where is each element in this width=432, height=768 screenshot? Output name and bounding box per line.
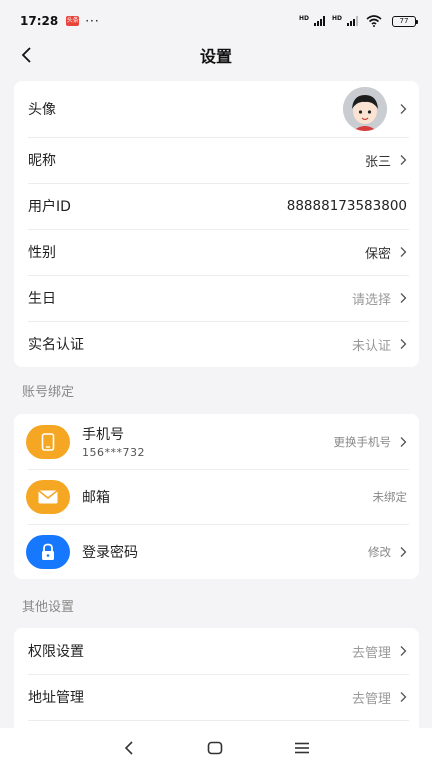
real-name-verify-row[interactable]: 实名认证 未认证 [14, 321, 419, 367]
chevron-right-icon [400, 155, 407, 165]
phone-row[interactable]: 手机号 156***732 更换手机号 [14, 414, 419, 469]
phone-icon [41, 432, 55, 451]
permission-settings-label: 权限设置 [28, 644, 84, 660]
email-texts: 邮箱 [82, 487, 110, 507]
lock-icon [42, 543, 54, 560]
birthday-row[interactable]: 生日 请选择 [14, 275, 419, 321]
address-management-label: 地址管理 [28, 690, 84, 706]
phone-number: 156***732 [82, 446, 145, 459]
user-id-label: 用户ID [28, 199, 71, 215]
chevron-right-icon [400, 293, 407, 303]
gender-value: 保密 [364, 246, 391, 262]
mail-icon-badge [26, 479, 70, 514]
password-row[interactable]: 登录密码 修改 [14, 524, 419, 579]
gender-label: 性别 [28, 245, 56, 261]
hd-icon-2: HD [331, 15, 342, 22]
email-status: 未绑定 [372, 489, 408, 504]
other-settings-card: 权限设置 去管理 地址管理 去管理 [14, 628, 419, 728]
profile-card: 头像 昵称 张三 用户ID 88888173583800 性别 保密 生日 请选… [14, 81, 419, 367]
change-phone-link[interactable]: 更换手机号 [334, 434, 392, 450]
address-management-value: 去管理 [351, 691, 391, 707]
avatar-label: 头像 [28, 102, 56, 118]
nav-bar: 设置 [0, 38, 432, 72]
chevron-right-icon [400, 436, 407, 447]
email-label: 邮箱 [82, 489, 110, 506]
phone-icon-badge [26, 424, 70, 459]
permission-settings-row[interactable]: 权限设置 去管理 [14, 628, 419, 674]
real-name-verify-label: 实名认证 [28, 337, 84, 353]
avatar[interactable] [343, 87, 387, 131]
system-nav-bar [0, 728, 432, 768]
password-label: 登录密码 [82, 544, 138, 561]
phone-texts: 手机号 156***732 [82, 424, 145, 459]
address-management-row[interactable]: 地址管理 去管理 [14, 674, 419, 720]
real-name-verify-value: 未认证 [351, 338, 391, 354]
status-indicators: HD HD 77 [298, 15, 418, 27]
back-arrow-icon [21, 47, 31, 63]
wifi-icon [366, 15, 382, 27]
chevron-right-icon [400, 646, 407, 656]
signal-icon [313, 16, 325, 26]
page-title: 设置 [199, 47, 232, 66]
permission-settings-value: 去管理 [351, 645, 391, 661]
avatar-row[interactable]: 头像 [14, 81, 419, 137]
modify-password-link[interactable]: 修改 [368, 544, 391, 560]
nickname-value: 张三 [364, 154, 391, 170]
system-back-icon[interactable] [122, 740, 136, 756]
lock-icon-badge [26, 534, 70, 569]
notification-app-icon: 头条 [66, 16, 80, 26]
password-texts: 登录密码 [82, 542, 138, 562]
status-bar: 17:28 头条 ··· HD HD 77 [0, 0, 432, 42]
chevron-right-icon [400, 692, 407, 702]
back-button[interactable] [14, 42, 38, 68]
section-title-account-binding: 账号绑定 [22, 385, 75, 400]
status-time: 17:28 [20, 14, 59, 28]
birthday-value: 请选择 [351, 292, 391, 308]
user-id-value: 88888173583800 [286, 198, 407, 214]
chevron-right-icon [400, 339, 407, 349]
hd-icon: HD [298, 15, 309, 22]
birthday-label: 生日 [28, 291, 56, 307]
avatar-image [343, 87, 387, 131]
system-menu-icon[interactable] [294, 741, 310, 755]
system-home-icon[interactable] [207, 741, 223, 755]
section-title-other-settings: 其他设置 [22, 600, 75, 615]
chevron-right-icon [400, 546, 407, 557]
chevron-right-icon [400, 247, 407, 257]
nickname-row[interactable]: 昵称 张三 [14, 137, 419, 183]
more-notifications-icon: ··· [85, 14, 100, 28]
email-row[interactable]: 邮箱 未绑定 [14, 469, 419, 524]
chevron-right-icon [400, 104, 407, 114]
gender-row[interactable]: 性别 保密 [14, 229, 419, 275]
account-binding-card: 手机号 156***732 更换手机号 邮箱 未绑定 登录密码 修改 [14, 414, 419, 579]
mail-icon [38, 489, 58, 503]
user-id-row: 用户ID 88888173583800 [14, 183, 419, 229]
phone-label: 手机号 [82, 427, 124, 443]
nickname-label: 昵称 [28, 153, 56, 169]
signal-icon-2 [347, 16, 358, 26]
next-row-partial [14, 720, 419, 728]
battery-icon: 77 [392, 15, 418, 27]
